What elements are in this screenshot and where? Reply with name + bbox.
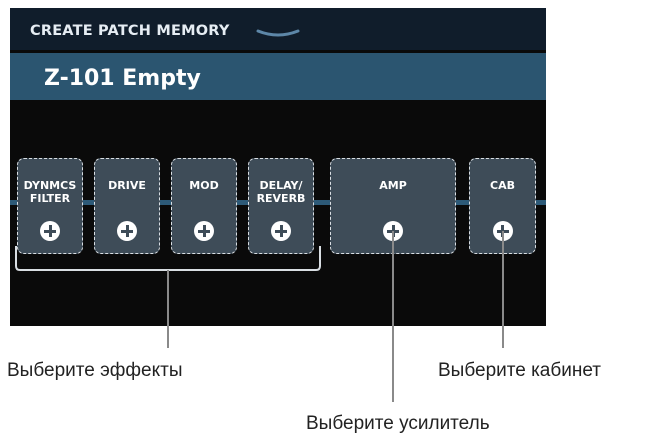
callout-select-cab: Выберите кабинет [438, 360, 602, 381]
callout-select-amp: Выберите усилитель [306, 413, 490, 434]
callout-select-effects: Выберите эффекты [7, 360, 183, 381]
effects-bracket [15, 246, 321, 271]
